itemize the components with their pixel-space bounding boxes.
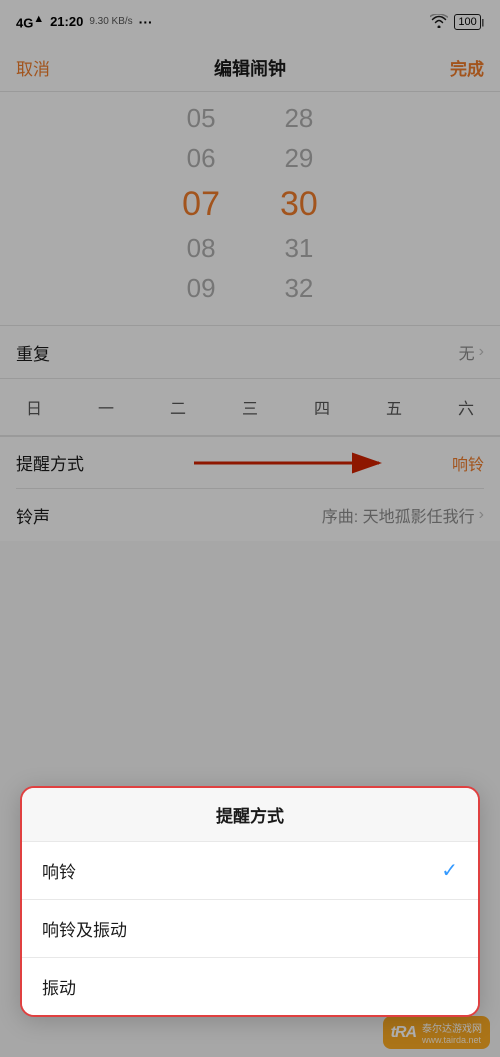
reminder-popup: 提醒方式 响铃 ✓ 响铃及振动 振动: [20, 786, 480, 1017]
option-ring-vibrate[interactable]: 响铃及振动: [22, 900, 478, 958]
option-ring-label: 响铃: [42, 858, 76, 883]
popup-overlay[interactable]: 提醒方式 响铃 ✓ 响铃及振动 振动: [0, 0, 500, 1057]
option-ring[interactable]: 响铃 ✓: [22, 842, 478, 900]
option-ring-vibrate-label: 响铃及振动: [42, 916, 127, 941]
option-vibrate-label: 振动: [42, 974, 76, 999]
checkmark-icon: ✓: [441, 858, 458, 883]
option-vibrate[interactable]: 振动: [22, 958, 478, 1015]
popup-title: 提醒方式: [22, 788, 478, 842]
